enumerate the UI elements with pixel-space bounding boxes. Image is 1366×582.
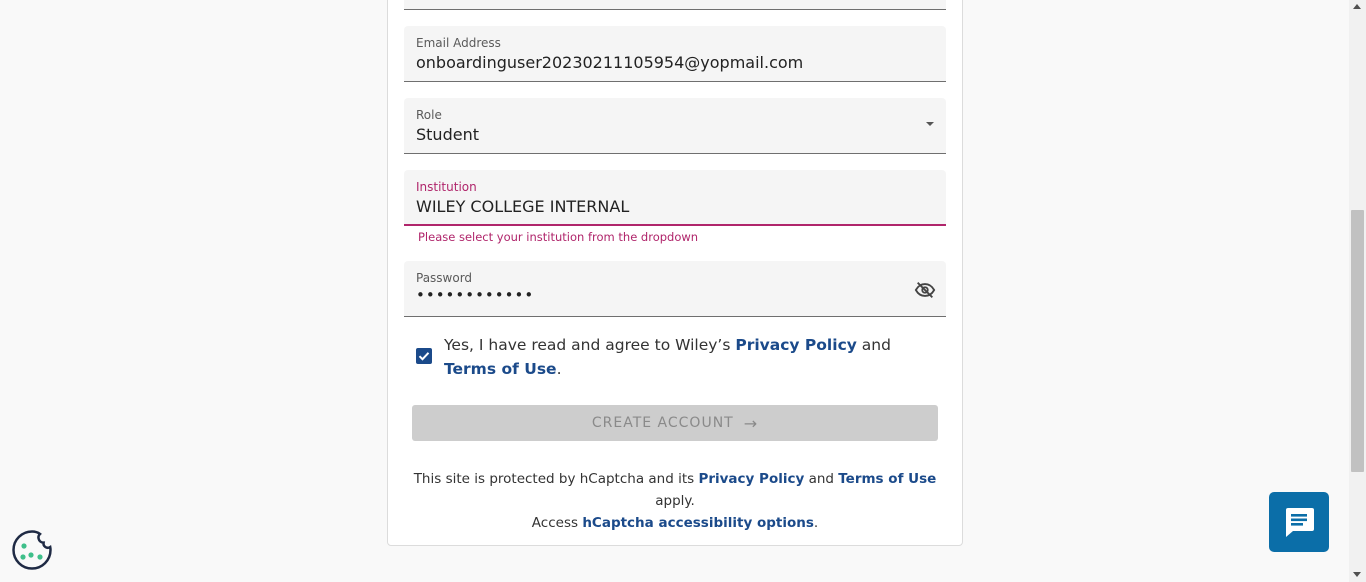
consent-suffix: . [556,360,562,378]
hcaptcha-notice: This site is protected by hCaptcha and i… [404,468,946,534]
role-value[interactable]: Student [416,125,479,144]
arrow-right-icon: → [743,413,759,433]
create-account-button[interactable]: CREATE ACCOUNT → [412,405,938,441]
check-icon [418,352,430,361]
captcha-and: and [804,471,839,487]
captcha-end: . [813,515,819,531]
consent-text: Yes, I have read and agree to Wiley’s Pr… [444,333,934,381]
accessibility-options-link[interactable]: hCaptcha accessibility options [582,515,814,531]
create-account-label: CREATE ACCOUNT [591,415,734,431]
previous-field[interactable] [404,0,946,10]
chat-icon [1286,508,1314,537]
consent-checkbox[interactable] [416,348,432,364]
role-label: Role [416,108,442,122]
dropdown-arrow-icon[interactable] [926,122,934,126]
institution-label: Institution [416,180,477,194]
consent-and: and [856,336,891,354]
email-label: Email Address [416,36,501,50]
password-value[interactable]: •••••••••••• [416,286,534,304]
consent-prefix: Yes, I have read and agree to Wiley’s [444,336,736,354]
scroll-up-icon[interactable] [1353,4,1361,9]
institution-field[interactable]: Institution WILEY COLLEGE INTERNAL [404,170,946,226]
scrollbar-thumb[interactable] [1351,210,1364,472]
visibility-off-icon[interactable] [914,279,936,301]
email-value[interactable]: onboardinguser20230211105954@yopmail.com [416,53,803,72]
role-select[interactable]: Role Student [404,98,946,154]
captcha-text1: This site is protected by hCaptcha and i… [413,471,699,487]
privacy-policy-link[interactable]: Privacy Policy [735,336,857,354]
terms-of-use-link[interactable]: Terms of Use [444,360,557,378]
institution-error: Please select your institution from the … [418,230,699,244]
institution-value[interactable]: WILEY COLLEGE INTERNAL [416,197,629,216]
captcha-privacy-link[interactable]: Privacy Policy [698,471,804,487]
email-field[interactable]: Email Address onboardinguser202302111059… [404,26,946,82]
chat-button[interactable] [1269,492,1329,552]
captcha-text2: apply. [655,493,695,509]
cookie-settings-icon[interactable] [11,529,53,571]
scroll-down-icon[interactable] [1353,572,1361,577]
password-field[interactable]: Password •••••••••••• [404,261,946,317]
password-label: Password [416,271,473,285]
captcha-terms-link[interactable]: Terms of Use [838,471,936,487]
captcha-access: Access [531,515,583,531]
